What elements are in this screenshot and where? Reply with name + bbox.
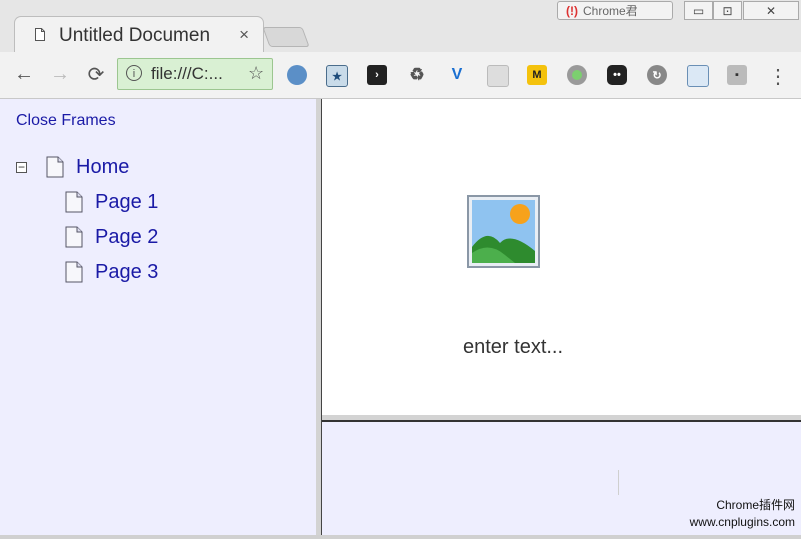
chrome-badge-label: Chrome君 [583,4,638,18]
chrome-badge[interactable]: (!) Chrome君 [557,1,673,20]
table-icon[interactable] [487,65,509,87]
recycle-icon[interactable]: ♻ [407,65,427,85]
m-icon[interactable]: M [527,65,547,85]
text-cursor [618,470,619,495]
star-box-icon[interactable]: ★ [326,65,348,87]
minimize-button[interactable]: ▭ [684,1,713,20]
restore-icon: ⊡ [722,3,733,18]
v-icon[interactable]: V [447,65,467,85]
left-frame: Close Frames − Home Page 1 Page 2 Page 3 [0,99,316,537]
reload-icon: ⟳ [87,63,105,86]
minimize-icon: ▭ [692,3,705,18]
watermark: Chrome插件网 www.cnplugins.com [690,497,795,531]
restore-button[interactable]: ⊡ [713,1,742,20]
close-frames-link[interactable]: Close Frames [16,112,116,130]
close-window-button[interactable]: ✕ [743,1,799,20]
page-icon [46,156,64,178]
menu-dots-icon[interactable]: ⋮ [768,64,788,89]
tree-item-page-1[interactable]: Page 1 [95,191,158,214]
bookmark-star-icon[interactable]: ☆ [248,63,264,84]
address-url[interactable]: file:///C:... [151,64,223,84]
watermark-line-2: www.cnplugins.com [689,515,795,529]
horizontal-frame-divider[interactable] [322,415,801,422]
window-bottom-edge [0,535,801,539]
dot-icon[interactable] [567,65,587,85]
circle-arrow-icon[interactable]: ↻ [647,65,667,85]
new-tab-button[interactable] [262,27,310,47]
chrome-badge-logo-icon: (!) [566,3,578,18]
page-icon [65,226,83,248]
image-placeholder-icon[interactable] [467,195,540,268]
bag-icon[interactable]: ▪ [727,65,747,85]
globe-icon[interactable] [287,65,307,85]
browser-toolbar: ← → ⟳ i file:///C:... ☆ ★ › ♻ V M •• ↻ ▪… [0,52,801,99]
title-bar: Untitled Documen × (!) Chrome君 ▭ ⊡ ✕ [0,0,801,53]
reload-button[interactable]: ⟳ [82,60,110,88]
back-arrow-icon: ← [14,62,34,85]
active-tab[interactable]: Untitled Documen × [14,16,264,53]
tree-item-home[interactable]: Home [76,156,129,179]
code-icon[interactable]: › [367,65,387,85]
forward-button[interactable]: → [46,60,74,88]
back-button[interactable]: ← [10,60,38,88]
watermark-line-1: Chrome插件网 [716,498,795,512]
tab-title: Untitled Documen [59,25,211,46]
collapse-toggle-icon[interactable]: − [16,161,27,173]
document-icon [35,28,45,41]
page-icon [65,191,83,213]
tree-item-page-2[interactable]: Page 2 [95,226,158,249]
tree-item-page-3[interactable]: Page 3 [95,261,158,284]
close-window-icon: ✕ [765,3,777,18]
face-icon[interactable]: •• [607,65,627,85]
window-icon[interactable] [687,65,709,87]
enter-text-caption[interactable]: enter text... [463,336,563,359]
page-icon [65,261,83,283]
right-top-frame: enter text... [322,99,801,415]
forward-arrow-icon: → [50,62,70,85]
tab-close-icon[interactable]: × [239,25,249,45]
address-bar[interactable]: i file:///C:... ☆ [117,58,273,90]
site-info-icon[interactable]: i [126,65,142,81]
